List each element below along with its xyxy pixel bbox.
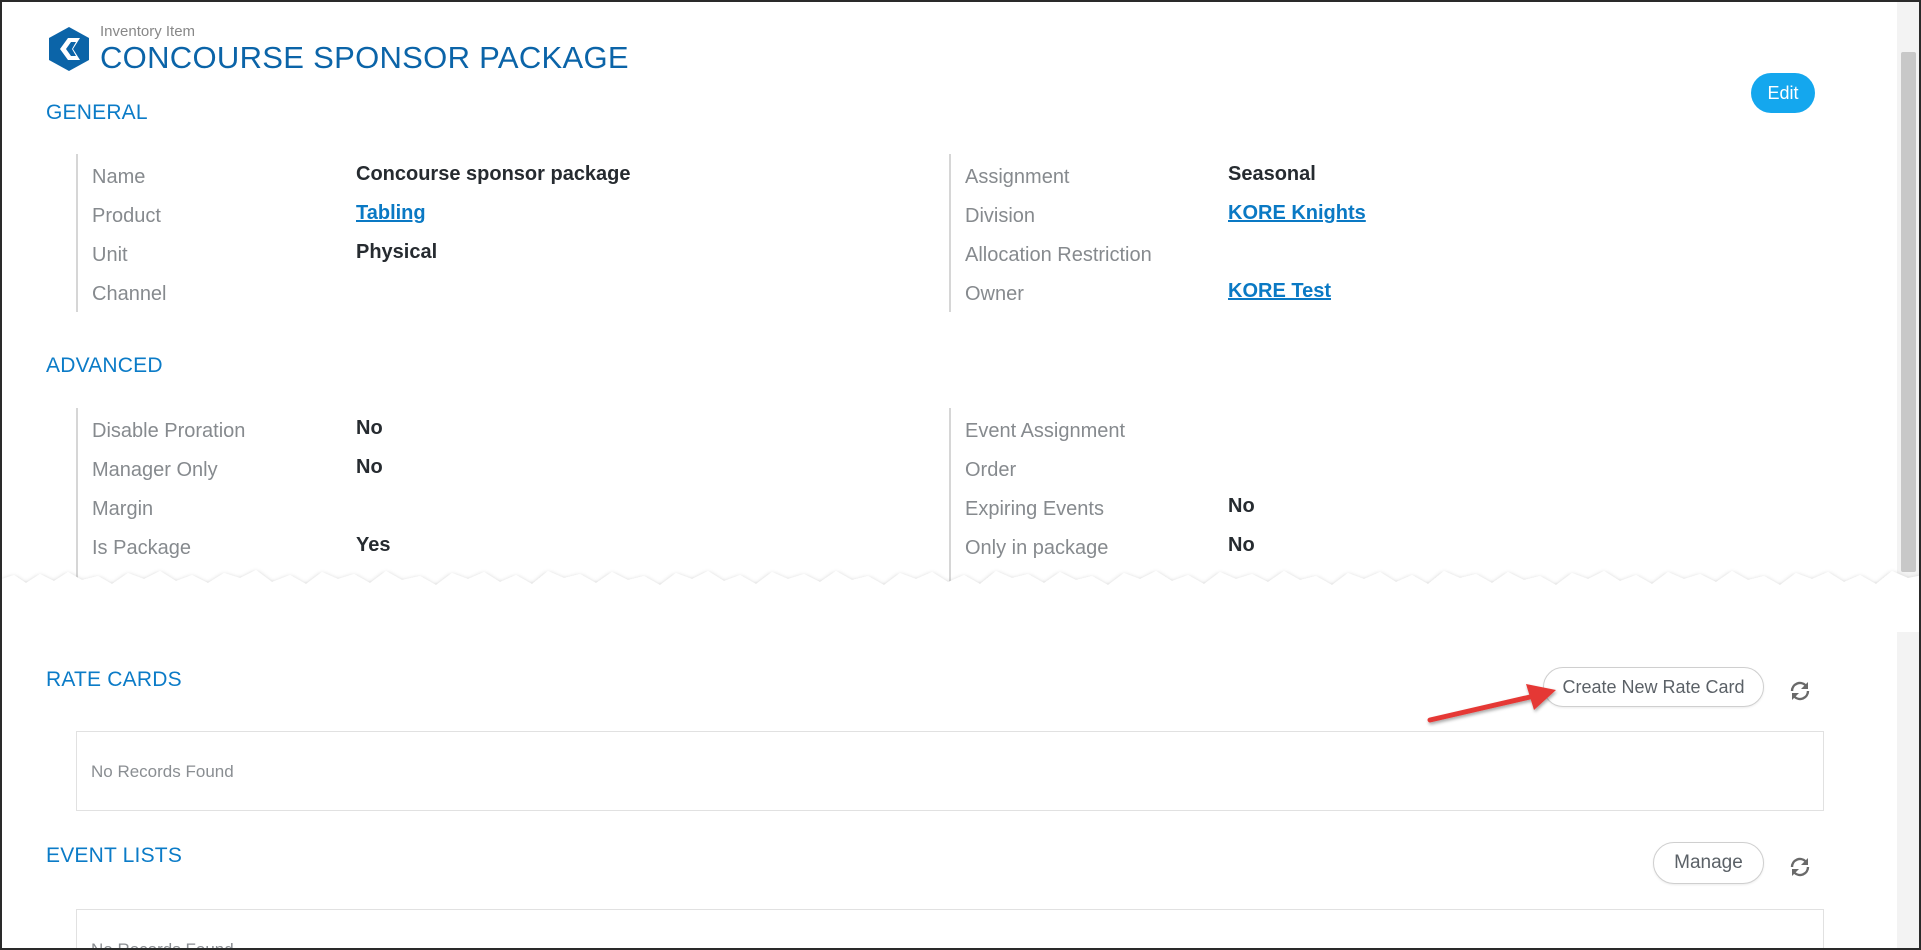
field-row: Manager Only No — [78, 453, 938, 489]
manage-button[interactable]: Manage — [1653, 842, 1764, 884]
field-label: Order — [965, 459, 1017, 481]
field-row: Assignment Seasonal — [951, 160, 1811, 196]
field-value: No — [356, 456, 383, 478]
general-right-group: Assignment Seasonal Division KORE Knight… — [949, 154, 1811, 312]
general-left-group: Name Concourse sponsor package Product T… — [76, 154, 938, 312]
scrollbar-thumb[interactable] — [1901, 52, 1916, 572]
field-row: Product Tabling — [78, 199, 938, 235]
section-title-rate-cards: RATE CARDS — [46, 668, 182, 691]
field-row: Unit Physical — [78, 238, 938, 274]
field-label: Expiring Events — [965, 498, 1104, 520]
field-label: Allocation Restriction — [965, 244, 1152, 266]
field-row: Name Concourse sponsor package — [78, 160, 938, 196]
field-label: Owner — [965, 283, 1024, 305]
field-label: Channel — [92, 283, 167, 305]
field-label: Assignment — [965, 166, 1070, 188]
field-value: No — [1228, 495, 1255, 517]
field-value: Physical — [356, 241, 438, 263]
annotation-arrow-icon — [1427, 684, 1556, 723]
field-label: Product — [92, 205, 161, 227]
kore-hexagon-logo-icon — [49, 27, 89, 71]
field-value: Yes — [356, 534, 391, 556]
section-title-advanced: ADVANCED — [46, 354, 163, 377]
field-value: Seasonal — [1228, 163, 1316, 185]
app-window: Inventory Item CONCOURSE SPONSOR PACKAGE… — [0, 0, 1921, 950]
field-label: Manager Only — [92, 459, 218, 481]
torn-edge-divider — [2, 570, 1919, 632]
field-row: Allocation Restriction — [951, 238, 1811, 274]
field-label: Division — [965, 205, 1036, 227]
field-label: Margin — [92, 498, 154, 520]
division-link[interactable]: KORE Knights — [1228, 202, 1366, 225]
field-value: No — [1228, 534, 1255, 556]
refresh-icon[interactable] — [1788, 679, 1812, 703]
owner-link[interactable]: KORE Test — [1228, 280, 1331, 303]
field-row: Expiring Events No — [951, 492, 1811, 528]
edit-button[interactable]: Edit — [1751, 73, 1815, 113]
product-link[interactable]: Tabling — [356, 202, 426, 225]
page-header: Inventory Item CONCOURSE SPONSOR PACKAGE — [46, 24, 629, 76]
field-label: Disable Proration — [92, 420, 246, 442]
field-row: Disable Proration No — [78, 414, 938, 450]
page-title: CONCOURSE SPONSOR PACKAGE — [100, 40, 629, 75]
field-row: Event Assignment — [951, 414, 1811, 450]
field-label: Event Assignment — [965, 420, 1126, 442]
rate-cards-records-box: No Records Found — [76, 731, 1824, 811]
field-label: Unit — [92, 244, 128, 266]
field-value: Concourse sponsor package — [356, 163, 631, 185]
section-title-event-lists: EVENT LISTS — [46, 844, 183, 867]
field-row: Order — [951, 453, 1811, 489]
field-row: Owner KORE Test — [951, 277, 1811, 313]
empty-state-text: No Records Found — [91, 762, 234, 781]
empty-state-text: No Records Found — [91, 940, 234, 950]
vertical-scrollbar[interactable] — [1897, 2, 1919, 948]
event-lists-records-box: No Records Found — [76, 909, 1824, 950]
page-subtitle: Inventory Item — [100, 23, 196, 40]
field-row: Channel — [78, 277, 938, 313]
field-row: Division KORE Knights — [951, 199, 1811, 235]
create-new-rate-card-button[interactable]: Create New Rate Card — [1543, 667, 1764, 707]
field-row: Margin — [78, 492, 938, 528]
field-value: No — [356, 417, 383, 439]
section-title-general: GENERAL — [46, 101, 148, 124]
refresh-icon[interactable] — [1788, 855, 1812, 879]
field-label: Name — [92, 166, 146, 188]
